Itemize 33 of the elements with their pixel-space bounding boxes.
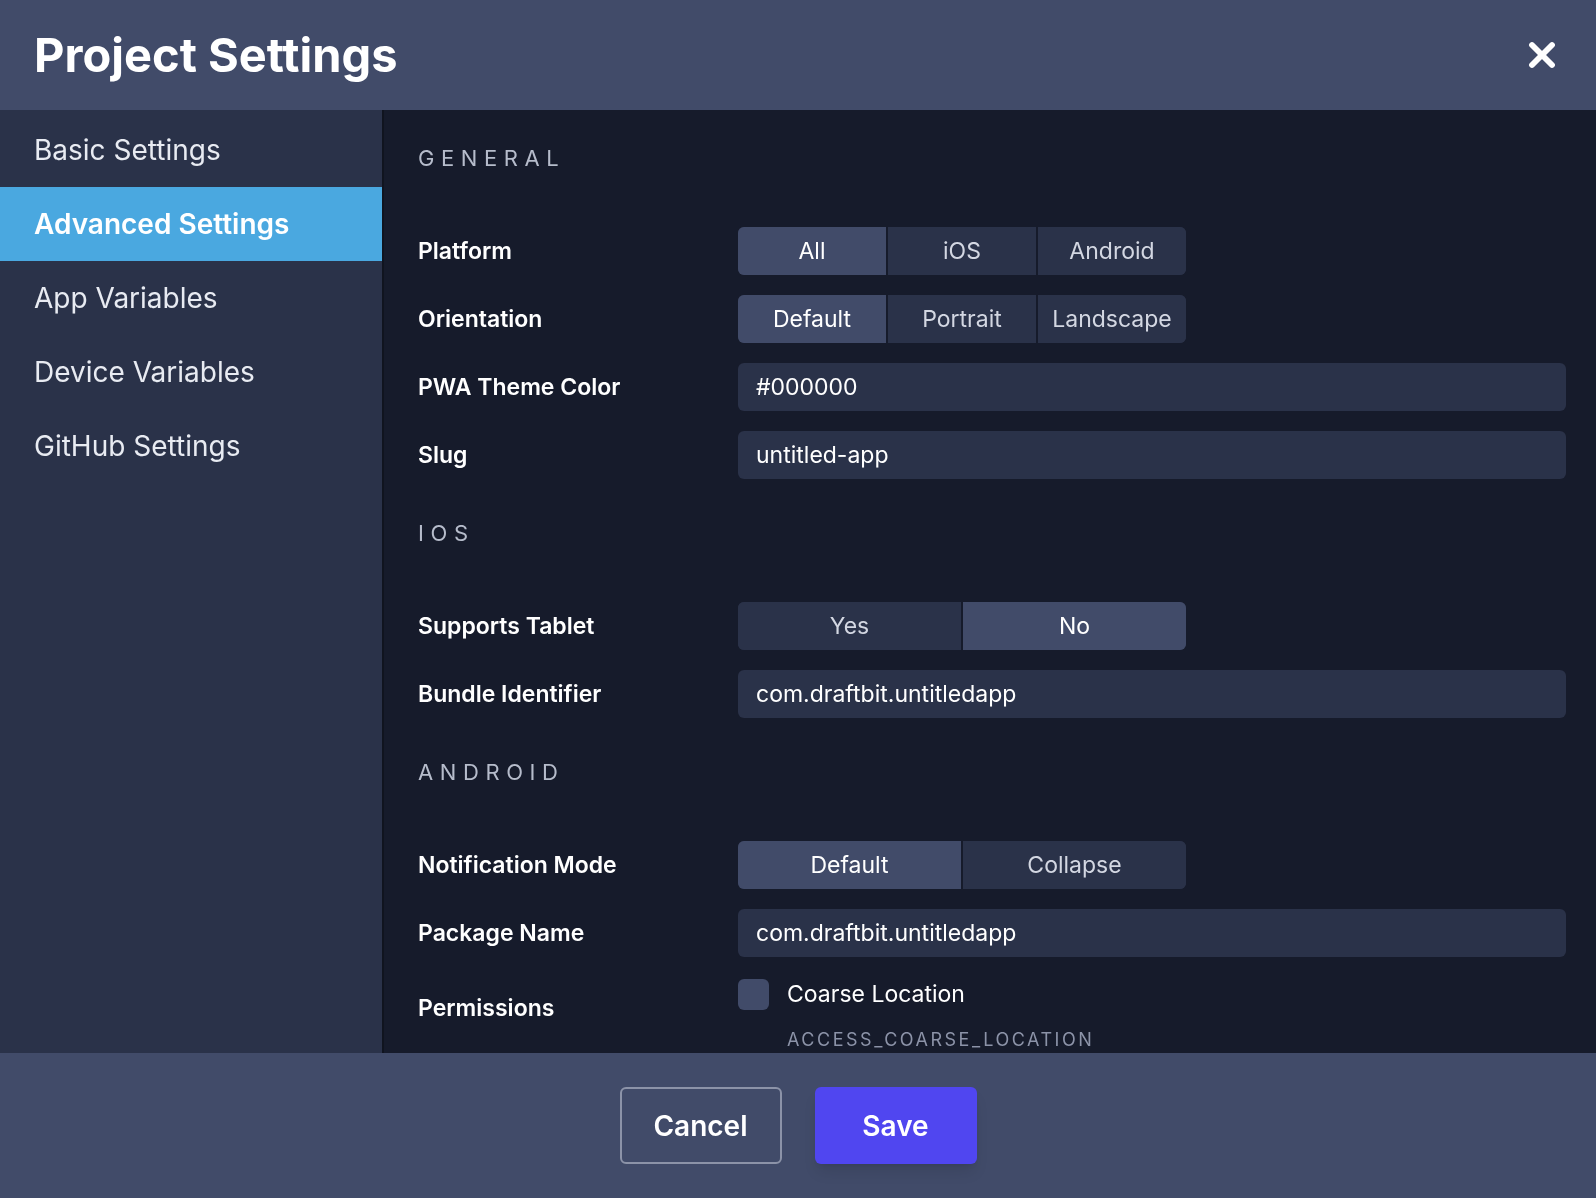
field-label: Package Name xyxy=(418,917,586,949)
field-label: Supports Tablet xyxy=(418,610,596,642)
segment-tab[interactable]: Default xyxy=(738,841,961,889)
checkbox[interactable] xyxy=(738,978,769,1010)
segment-tab[interactable]: All xyxy=(738,227,886,275)
text-field[interactable]: com.draftbit.untitledapp xyxy=(738,670,1566,718)
permission-code: ACCESS_COARSE_LOCATION xyxy=(787,1027,1095,1052)
cancel-button[interactable]: Cancel xyxy=(619,1087,782,1164)
sidebar-item[interactable]: GitHub Settings xyxy=(0,409,382,483)
section-heading: GENERAL xyxy=(418,144,567,173)
text-field[interactable]: #000000 xyxy=(738,363,1566,411)
field-label: Slug xyxy=(418,439,469,471)
field-label: Platform xyxy=(418,235,513,267)
segment-tab[interactable]: No xyxy=(961,602,1186,650)
sidebar-item[interactable]: Basic Settings xyxy=(0,113,382,187)
segment-tab[interactable]: Collapse xyxy=(961,841,1186,889)
field-label: Permissions xyxy=(418,993,556,1024)
sidebar-item[interactable]: App Variables xyxy=(0,261,382,335)
dialog-title: Project Settings xyxy=(34,24,398,85)
save-button[interactable]: Save xyxy=(814,1087,977,1164)
text-field[interactable]: com.draftbit.untitledapp xyxy=(738,909,1566,957)
field-label: Orientation xyxy=(418,303,544,335)
field-label: Notification Mode xyxy=(418,849,618,881)
sidebar-item[interactable]: Device Variables xyxy=(0,335,382,409)
segment-tab[interactable]: Default xyxy=(738,295,886,343)
field-label: PWA Theme Color xyxy=(418,371,622,403)
segment-tab[interactable]: Landscape xyxy=(1036,295,1186,343)
field-label: Bundle Identifier xyxy=(418,678,603,710)
segment-tab[interactable]: Android xyxy=(1036,227,1186,275)
checkbox-label: Coarse Location xyxy=(787,979,965,1010)
text-field[interactable]: untitled-app xyxy=(738,431,1566,479)
section-heading: ANDROID xyxy=(418,758,566,787)
section-heading: IOS xyxy=(418,519,476,548)
